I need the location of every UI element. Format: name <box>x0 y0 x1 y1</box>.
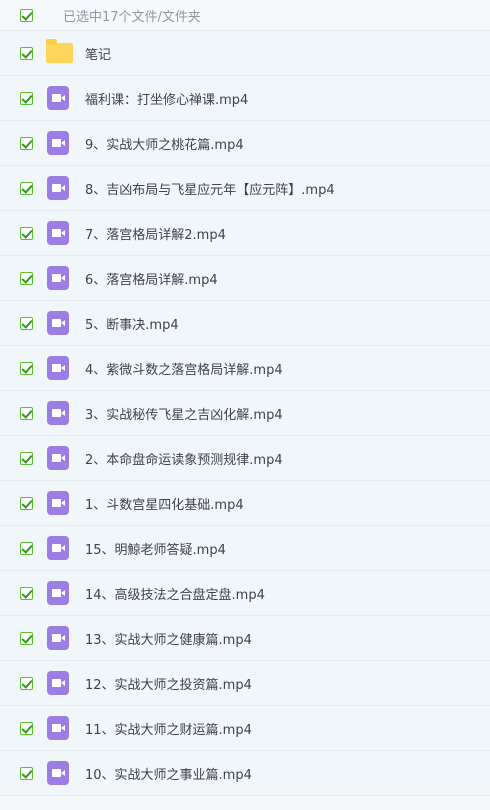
item-checkbox[interactable] <box>20 587 33 600</box>
video-file-icon <box>47 446 69 470</box>
list-item[interactable]: 13、实战大师之健康篇.mp4 <box>0 616 490 661</box>
list-item[interactable]: 2、本命盘命运读象预测规律.mp4 <box>0 436 490 481</box>
video-file-icon <box>47 86 69 110</box>
video-file-icon <box>47 401 69 425</box>
item-name[interactable]: 5、断事决.mp4 <box>85 314 179 333</box>
item-name[interactable]: 14、高级技法之合盘定盘.mp4 <box>85 584 265 603</box>
item-checkbox[interactable] <box>20 137 33 150</box>
video-file-icon <box>47 581 69 605</box>
list-item[interactable]: 11、实战大师之财运篇.mp4 <box>0 706 490 751</box>
item-checkbox[interactable] <box>20 632 33 645</box>
video-file-icon <box>47 176 69 200</box>
item-checkbox[interactable] <box>20 272 33 285</box>
item-checkbox[interactable] <box>20 452 33 465</box>
list-item[interactable]: 4、紫微斗数之落宫格局详解.mp4 <box>0 346 490 391</box>
folder-icon <box>46 39 73 63</box>
item-name[interactable]: 11、实战大师之财运篇.mp4 <box>85 719 252 738</box>
item-checkbox[interactable] <box>20 317 33 330</box>
item-checkbox[interactable] <box>20 407 33 420</box>
item-name[interactable]: 笔记 <box>85 44 111 63</box>
list-item[interactable]: 笔记 <box>0 31 490 76</box>
item-checkbox[interactable] <box>20 182 33 195</box>
item-name[interactable]: 9、实战大师之桃花篇.mp4 <box>85 134 244 153</box>
item-name[interactable]: 3、实战秘传飞星之吉凶化解.mp4 <box>85 404 283 423</box>
item-name[interactable]: 1、斗数宫星四化基础.mp4 <box>85 494 244 513</box>
video-file-icon <box>47 266 69 290</box>
list-item[interactable]: 15、明鯨老师答疑.mp4 <box>0 526 490 571</box>
item-checkbox[interactable] <box>20 92 33 105</box>
item-name[interactable]: 8、吉凶布局与飞星应元年【应元阵】.mp4 <box>85 179 335 198</box>
list-item[interactable]: 5、断事决.mp4 <box>0 301 490 346</box>
list-item[interactable]: 14、高级技法之合盘定盘.mp4 <box>0 571 490 616</box>
item-name[interactable]: 2、本命盘命运读象预测规律.mp4 <box>85 449 283 468</box>
item-checkbox[interactable] <box>20 677 33 690</box>
selection-count-text: 已选中17个文件/文件夹 <box>63 10 201 25</box>
video-file-icon <box>47 626 69 650</box>
item-name[interactable]: 4、紫微斗数之落宫格局详解.mp4 <box>85 359 283 378</box>
item-name[interactable]: 6、落宫格局详解.mp4 <box>85 269 218 288</box>
list-item[interactable]: 福利课：打坐修心禅课.mp4 <box>0 76 490 121</box>
list-item[interactable]: 7、落宫格局详解2.mp4 <box>0 211 490 256</box>
list-item[interactable]: 10、实战大师之事业篇.mp4 <box>0 751 490 796</box>
video-file-icon <box>47 491 69 515</box>
video-file-icon <box>47 131 69 155</box>
item-checkbox[interactable] <box>20 542 33 555</box>
list-item[interactable]: 6、落宫格局详解.mp4 <box>0 256 490 301</box>
select-all-checkbox[interactable] <box>20 9 33 22</box>
video-file-icon <box>47 761 69 785</box>
item-checkbox[interactable] <box>20 47 33 60</box>
list-item[interactable]: 1、斗数宫星四化基础.mp4 <box>0 481 490 526</box>
item-name[interactable]: 7、落宫格局详解2.mp4 <box>85 224 226 243</box>
video-file-icon <box>47 221 69 245</box>
video-file-icon <box>47 311 69 335</box>
video-file-icon <box>47 716 69 740</box>
list-item[interactable]: 9、实战大师之桃花篇.mp4 <box>0 121 490 166</box>
item-checkbox[interactable] <box>20 497 33 510</box>
list-item[interactable]: 12、实战大师之投资篇.mp4 <box>0 661 490 706</box>
file-list: 已选中17个文件/文件夹 笔记 福利课：打坐修心禅课.mp4 9、实战大师之桃花… <box>0 0 490 810</box>
item-checkbox[interactable] <box>20 362 33 375</box>
item-name[interactable]: 10、实战大师之事业篇.mp4 <box>85 764 252 783</box>
video-file-icon <box>47 536 69 560</box>
item-name[interactable]: 12、实战大师之投资篇.mp4 <box>85 674 252 693</box>
item-name[interactable]: 13、实战大师之健康篇.mp4 <box>85 629 252 648</box>
item-checkbox[interactable] <box>20 722 33 735</box>
item-name[interactable]: 15、明鯨老师答疑.mp4 <box>85 539 226 558</box>
list-item[interactable]: 3、实战秘传飞星之吉凶化解.mp4 <box>0 391 490 436</box>
video-file-icon <box>47 671 69 695</box>
list-item[interactable]: 8、吉凶布局与飞星应元年【应元阵】.mp4 <box>0 166 490 211</box>
video-file-icon <box>47 356 69 380</box>
item-checkbox[interactable] <box>20 767 33 780</box>
item-checkbox[interactable] <box>20 227 33 240</box>
item-name[interactable]: 福利课：打坐修心禅课.mp4 <box>85 89 248 108</box>
selection-header: 已选中17个文件/文件夹 <box>0 0 490 31</box>
